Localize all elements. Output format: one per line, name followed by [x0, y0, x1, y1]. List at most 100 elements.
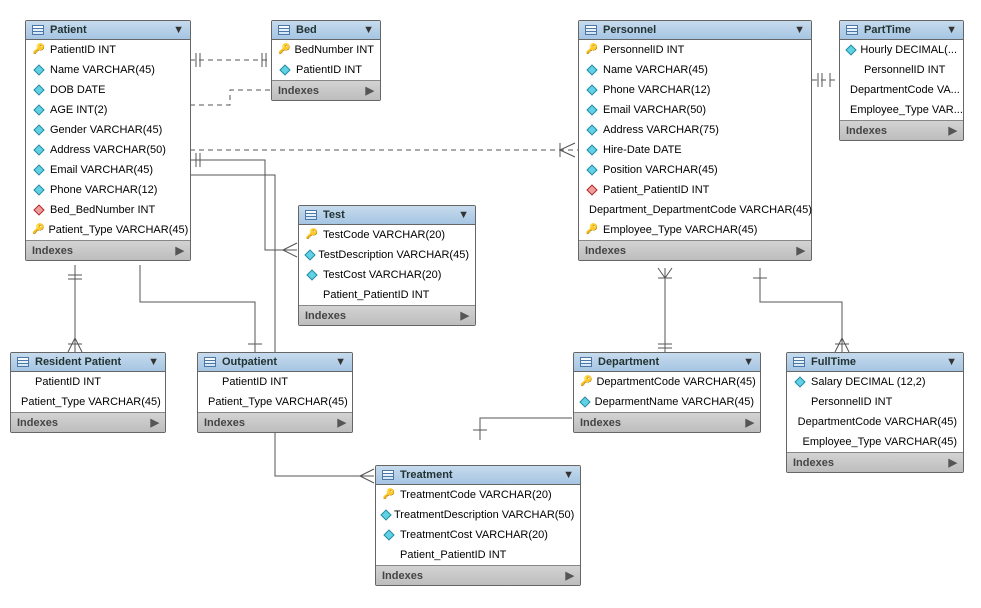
- collapse-icon[interactable]: ▼: [458, 209, 469, 221]
- field-row[interactable]: PatientID INT: [198, 372, 352, 392]
- field-text: Patient_Type VARCHAR(45): [208, 394, 348, 410]
- indexes-section[interactable]: Indexes ▶: [272, 80, 380, 100]
- field-row[interactable]: PersonnelID INT: [787, 392, 963, 412]
- field-row[interactable]: TestCost VARCHAR(20): [299, 265, 475, 285]
- field-row[interactable]: 🔑PatientID INT: [26, 40, 190, 60]
- field-row[interactable]: DepartmentCode VA...: [840, 80, 963, 100]
- collapse-icon[interactable]: ▼: [563, 469, 574, 481]
- field-row[interactable]: AGE INT(2): [26, 100, 190, 120]
- field-row[interactable]: Patient_Type VARCHAR(45): [198, 392, 352, 412]
- field-row[interactable]: PatientID INT: [272, 60, 380, 80]
- field-list: 🔑PatientID INTName VARCHAR(45)DOB DATEAG…: [26, 40, 190, 240]
- entity-header[interactable]: Bed ▼: [272, 21, 380, 40]
- field-row[interactable]: Address VARCHAR(50): [26, 140, 190, 160]
- entity-header[interactable]: PartTime ▼: [840, 21, 963, 40]
- field-row[interactable]: Phone VARCHAR(12): [579, 80, 811, 100]
- field-row[interactable]: Email VARCHAR(50): [579, 100, 811, 120]
- collapse-icon[interactable]: ▼: [173, 24, 184, 36]
- field-row[interactable]: Patient_PatientID INT: [579, 180, 811, 200]
- entity-resident-patient[interactable]: Resident Patient ▼ PatientID INTPatient_…: [10, 352, 166, 433]
- entity-outpatient[interactable]: Outpatient ▼ PatientID INT Patient_Type V…: [197, 352, 353, 433]
- field-row[interactable]: Address VARCHAR(75): [579, 120, 811, 140]
- indexes-section[interactable]: Indexes ▶: [26, 240, 190, 260]
- field-row[interactable]: PatientID INT: [11, 372, 165, 392]
- entity-header[interactable]: Department ▼: [574, 353, 760, 372]
- collapse-icon[interactable]: ▼: [335, 356, 346, 368]
- indexes-section[interactable]: Indexes ▶: [574, 412, 760, 432]
- field-row[interactable]: TestDescription VARCHAR(45): [299, 245, 475, 265]
- collapse-icon[interactable]: ▼: [946, 24, 957, 36]
- indexes-section[interactable]: Indexes ▶: [198, 412, 352, 432]
- field-text: PersonnelID INT: [864, 62, 945, 78]
- field-row[interactable]: Bed_BedNumber INT: [26, 200, 190, 220]
- entity-patient[interactable]: Patient ▼ 🔑PatientID INTName VARCHAR(45)…: [25, 20, 191, 261]
- field-row[interactable]: Gender VARCHAR(45): [26, 120, 190, 140]
- field-row[interactable]: DOB DATE: [26, 80, 190, 100]
- field-row[interactable]: Patient_PatientID INT: [376, 545, 580, 565]
- field-row[interactable]: 🔑TreatmentCode VARCHAR(20): [376, 485, 580, 505]
- field-row[interactable]: Name VARCHAR(45): [26, 60, 190, 80]
- field-row[interactable]: 🔑Employee_Type VARCHAR(45): [579, 220, 811, 240]
- indexes-section[interactable]: Indexes ▶: [787, 452, 963, 472]
- entity-header[interactable]: Treatment ▼: [376, 466, 580, 485]
- field-row[interactable]: 🔑Patient_Type VARCHAR(45): [26, 220, 190, 240]
- field-row[interactable]: Patient_PatientID INT: [299, 285, 475, 305]
- collapse-icon[interactable]: ▼: [794, 24, 805, 36]
- entity-parttime[interactable]: PartTime ▼ Hourly DECIMAL(... PersonnelID…: [839, 20, 964, 141]
- entity-header[interactable]: FullTime ▼: [787, 353, 963, 372]
- expand-icon: ▶: [949, 456, 957, 469]
- collapse-icon[interactable]: ▼: [743, 356, 754, 368]
- field-row[interactable]: 🔑TestCode VARCHAR(20): [299, 225, 475, 245]
- field-row[interactable]: TreatmentCost VARCHAR(20): [376, 525, 580, 545]
- entity-personnel[interactable]: Personnel ▼ 🔑PersonnelID INTName VARCHAR…: [578, 20, 812, 261]
- diamond-icon: [380, 509, 391, 520]
- field-row[interactable]: 🔑BedNumber INT: [272, 40, 380, 60]
- field-text: DeparmentName VARCHAR(45): [595, 394, 754, 410]
- entity-header[interactable]: Outpatient ▼: [198, 353, 352, 372]
- field-row[interactable]: Salary DECIMAL (12,2): [787, 372, 963, 392]
- indexes-section[interactable]: Indexes ▶: [299, 305, 475, 325]
- key-icon: 🔑: [580, 374, 592, 390]
- entity-treatment[interactable]: Treatment ▼ 🔑TreatmentCode VARCHAR(20)Tr…: [375, 465, 581, 586]
- field-row[interactable]: Phone VARCHAR(12): [26, 180, 190, 200]
- field-row[interactable]: 🔑PersonnelID INT: [579, 40, 811, 60]
- indexes-section[interactable]: Indexes ▶: [376, 565, 580, 585]
- entity-header[interactable]: Test ▼: [299, 206, 475, 225]
- field-text: Email VARCHAR(50): [603, 102, 706, 118]
- field-row[interactable]: PersonnelID INT: [840, 60, 963, 80]
- field-text: Patient_PatientID INT: [400, 547, 506, 563]
- field-text: PersonnelID INT: [811, 394, 892, 410]
- collapse-icon[interactable]: ▼: [946, 356, 957, 368]
- field-row[interactable]: 🔑DepartmentCode VARCHAR(45): [574, 372, 760, 392]
- entity-title: Treatment: [400, 469, 559, 481]
- entity-header[interactable]: Patient ▼: [26, 21, 190, 40]
- indexes-section[interactable]: Indexes ▶: [11, 412, 165, 432]
- field-row[interactable]: DepartmentCode VARCHAR(45): [787, 412, 963, 432]
- expand-icon: ▶: [949, 124, 957, 137]
- field-row[interactable]: Position VARCHAR(45): [579, 160, 811, 180]
- entity-header[interactable]: Personnel ▼: [579, 21, 811, 40]
- key-icon: 🔑: [32, 222, 44, 238]
- field-row[interactable]: Hourly DECIMAL(...: [840, 40, 963, 60]
- field-row[interactable]: Hire-Date DATE: [579, 140, 811, 160]
- indexes-section[interactable]: Indexes ▶: [579, 240, 811, 260]
- field-row[interactable]: Patient_Type VARCHAR(45): [11, 392, 165, 412]
- entity-department[interactable]: Department ▼ 🔑DepartmentCode VARCHAR(45)…: [573, 352, 761, 433]
- entity-bed[interactable]: Bed ▼ 🔑BedNumber INTPatientID INT Indexe…: [271, 20, 381, 101]
- field-row[interactable]: Department_DepartmentCode VARCHAR(45): [579, 200, 811, 220]
- field-row[interactable]: Employee_Type VARCHAR(45): [787, 432, 963, 452]
- field-row[interactable]: DeparmentName VARCHAR(45): [574, 392, 760, 412]
- erd-canvas: Patient ▼ 🔑PatientID INTName VARCHAR(45)…: [0, 0, 981, 608]
- entity-fulltime[interactable]: FullTime ▼ Salary DECIMAL (12,2) Personne…: [786, 352, 964, 473]
- indexes-label: Indexes: [585, 245, 797, 257]
- collapse-icon[interactable]: ▼: [148, 356, 159, 368]
- entity-test[interactable]: Test ▼ 🔑TestCode VARCHAR(20)TestDescript…: [298, 205, 476, 326]
- field-row[interactable]: Employee_Type VAR...: [840, 100, 963, 120]
- indexes-section[interactable]: Indexes ▶: [840, 120, 963, 140]
- entity-header[interactable]: Resident Patient ▼: [11, 353, 165, 372]
- field-row[interactable]: Email VARCHAR(45): [26, 160, 190, 180]
- field-row[interactable]: Name VARCHAR(45): [579, 60, 811, 80]
- collapse-icon[interactable]: ▼: [363, 24, 374, 36]
- field-row[interactable]: TreatmentDescription VARCHAR(50): [376, 505, 580, 525]
- field-list: PatientID INTPatient_Type VARCHAR(45): [11, 372, 165, 412]
